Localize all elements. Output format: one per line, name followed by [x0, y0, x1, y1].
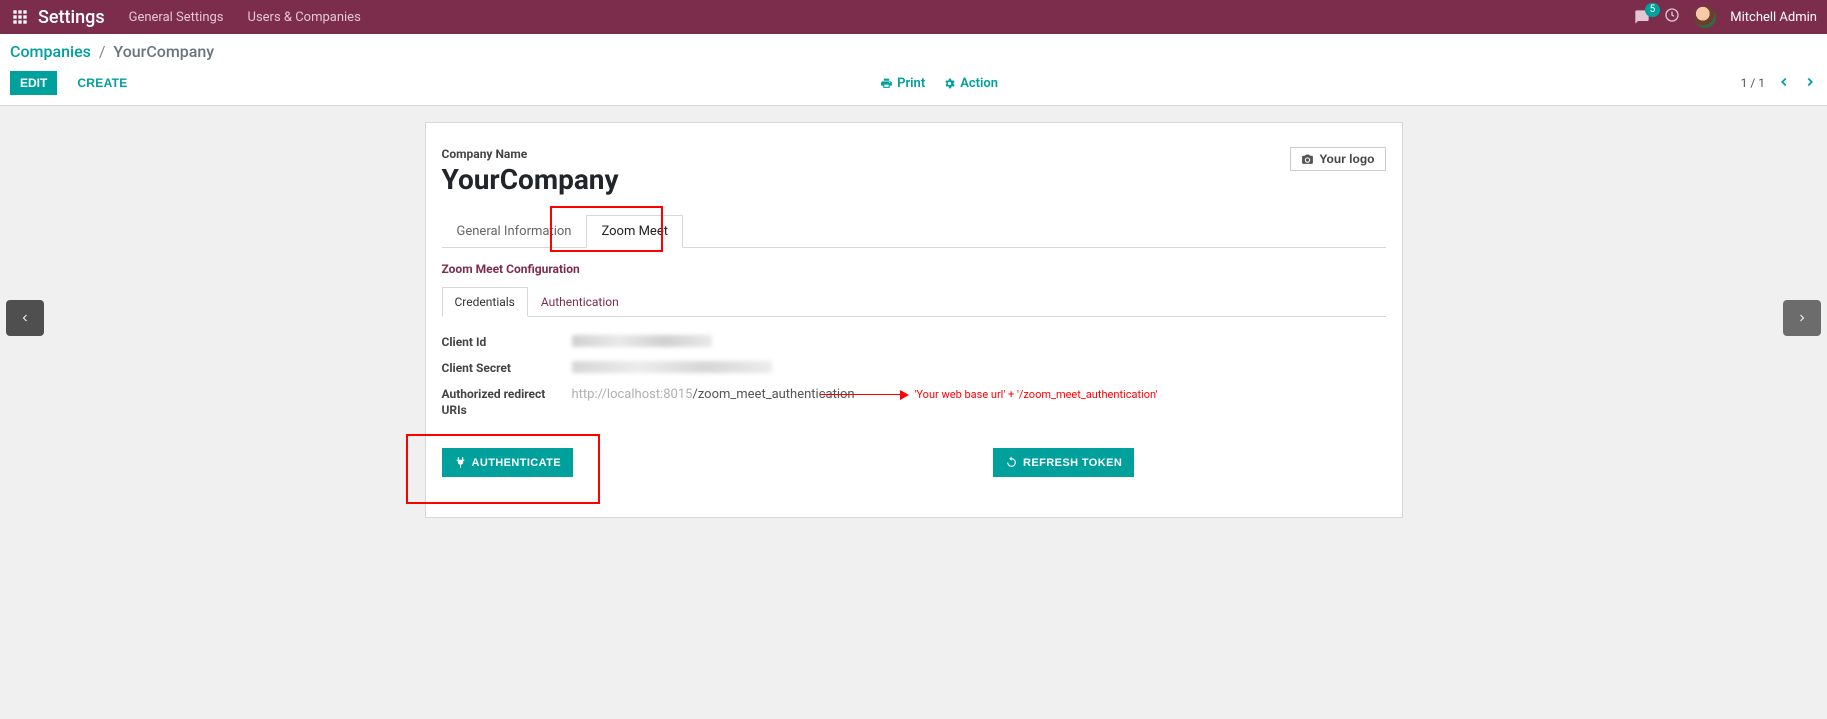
authenticate-label: AUTHENTICATE — [472, 457, 562, 469]
messages-button[interactable]: 5 — [1634, 9, 1650, 25]
authenticate-button[interactable]: AUTHENTICATE — [442, 448, 574, 477]
print-button[interactable]: Print — [880, 76, 925, 91]
subtab-authentication[interactable]: Authentication — [528, 287, 632, 317]
clock-icon — [1664, 7, 1680, 23]
form-sheet: Company Name YourCompany Your logo Gener… — [425, 122, 1403, 518]
your-logo-label: Your logo — [1319, 152, 1374, 166]
apps-icon[interactable] — [10, 7, 30, 27]
nav-users-companies[interactable]: Users & Companies — [248, 10, 361, 25]
field-row-client-id: Client Id — [442, 335, 1386, 351]
refresh-token-button[interactable]: REFRESH TOKEN — [993, 448, 1134, 477]
tab-zoom-meet[interactable]: Zoom Meet — [586, 215, 683, 248]
activity-button[interactable] — [1664, 7, 1680, 27]
client-id-label: Client Id — [442, 335, 572, 351]
breadcrumb-current: YourCompany — [113, 42, 214, 61]
user-name[interactable]: Mitchell Admin — [1730, 10, 1817, 25]
field-row-client-secret: Client Secret — [442, 361, 1386, 377]
app-title: Settings — [38, 7, 105, 28]
main-tabs: General Information Zoom Meet — [442, 214, 1386, 248]
field-row-redirect-uri: Authorized redirect URIs http://localhos… — [442, 387, 1386, 418]
redirect-uri-prefix: http://localhost:8015 — [572, 387, 693, 402]
your-logo-button[interactable]: Your logo — [1290, 147, 1385, 171]
company-name-label: Company Name — [442, 147, 619, 161]
edit-button[interactable]: EDIT — [10, 71, 57, 95]
annotation-arrow: 'Your web base url' + '/zoom_meet_authen… — [820, 388, 1158, 401]
tab-general-information[interactable]: General Information — [442, 215, 587, 248]
section-header: Zoom Meet Configuration — [442, 262, 1386, 276]
client-id-value — [572, 335, 1386, 351]
refresh-icon — [1005, 456, 1018, 469]
print-label: Print — [897, 76, 925, 91]
refresh-token-label: REFRESH TOKEN — [1023, 457, 1122, 469]
camera-icon — [1301, 153, 1314, 166]
company-name-value: YourCompany — [442, 163, 619, 196]
redirect-uri-value: http://localhost:8015/zoom_meet_authenti… — [572, 387, 1386, 418]
redirect-uri-label: Authorized redirect URIs — [442, 387, 572, 418]
create-button[interactable]: CREATE — [67, 71, 137, 95]
plug-icon — [454, 456, 467, 469]
chevron-right-icon — [1803, 75, 1817, 89]
avatar[interactable] — [1694, 6, 1716, 28]
breadcrumb: Companies / YourCompany — [10, 42, 1817, 61]
pager-next[interactable] — [1803, 74, 1817, 93]
action-label: Action — [960, 76, 998, 91]
control-bar: Companies / YourCompany EDIT CREATE Prin… — [0, 34, 1827, 106]
pager-prev[interactable] — [1777, 74, 1791, 93]
annotation-text: 'Your web base url' + '/zoom_meet_authen… — [915, 388, 1158, 401]
top-navbar: Settings General Settings Users & Compan… — [0, 0, 1827, 34]
pager-count: 1 / 1 — [1741, 76, 1765, 90]
subtab-credentials[interactable]: Credentials — [442, 287, 528, 317]
print-icon — [880, 77, 893, 90]
sub-tabs: Credentials Authentication — [442, 286, 1386, 317]
breadcrumb-root[interactable]: Companies — [10, 42, 91, 61]
breadcrumb-sep: / — [99, 42, 106, 61]
client-secret-value — [572, 361, 1386, 377]
nav-general-settings[interactable]: General Settings — [129, 10, 224, 25]
client-secret-label: Client Secret — [442, 361, 572, 377]
chevron-left-icon — [1777, 75, 1791, 89]
action-button[interactable]: Action — [943, 76, 998, 91]
gear-icon — [943, 77, 956, 90]
messages-badge: 5 — [1645, 3, 1661, 17]
